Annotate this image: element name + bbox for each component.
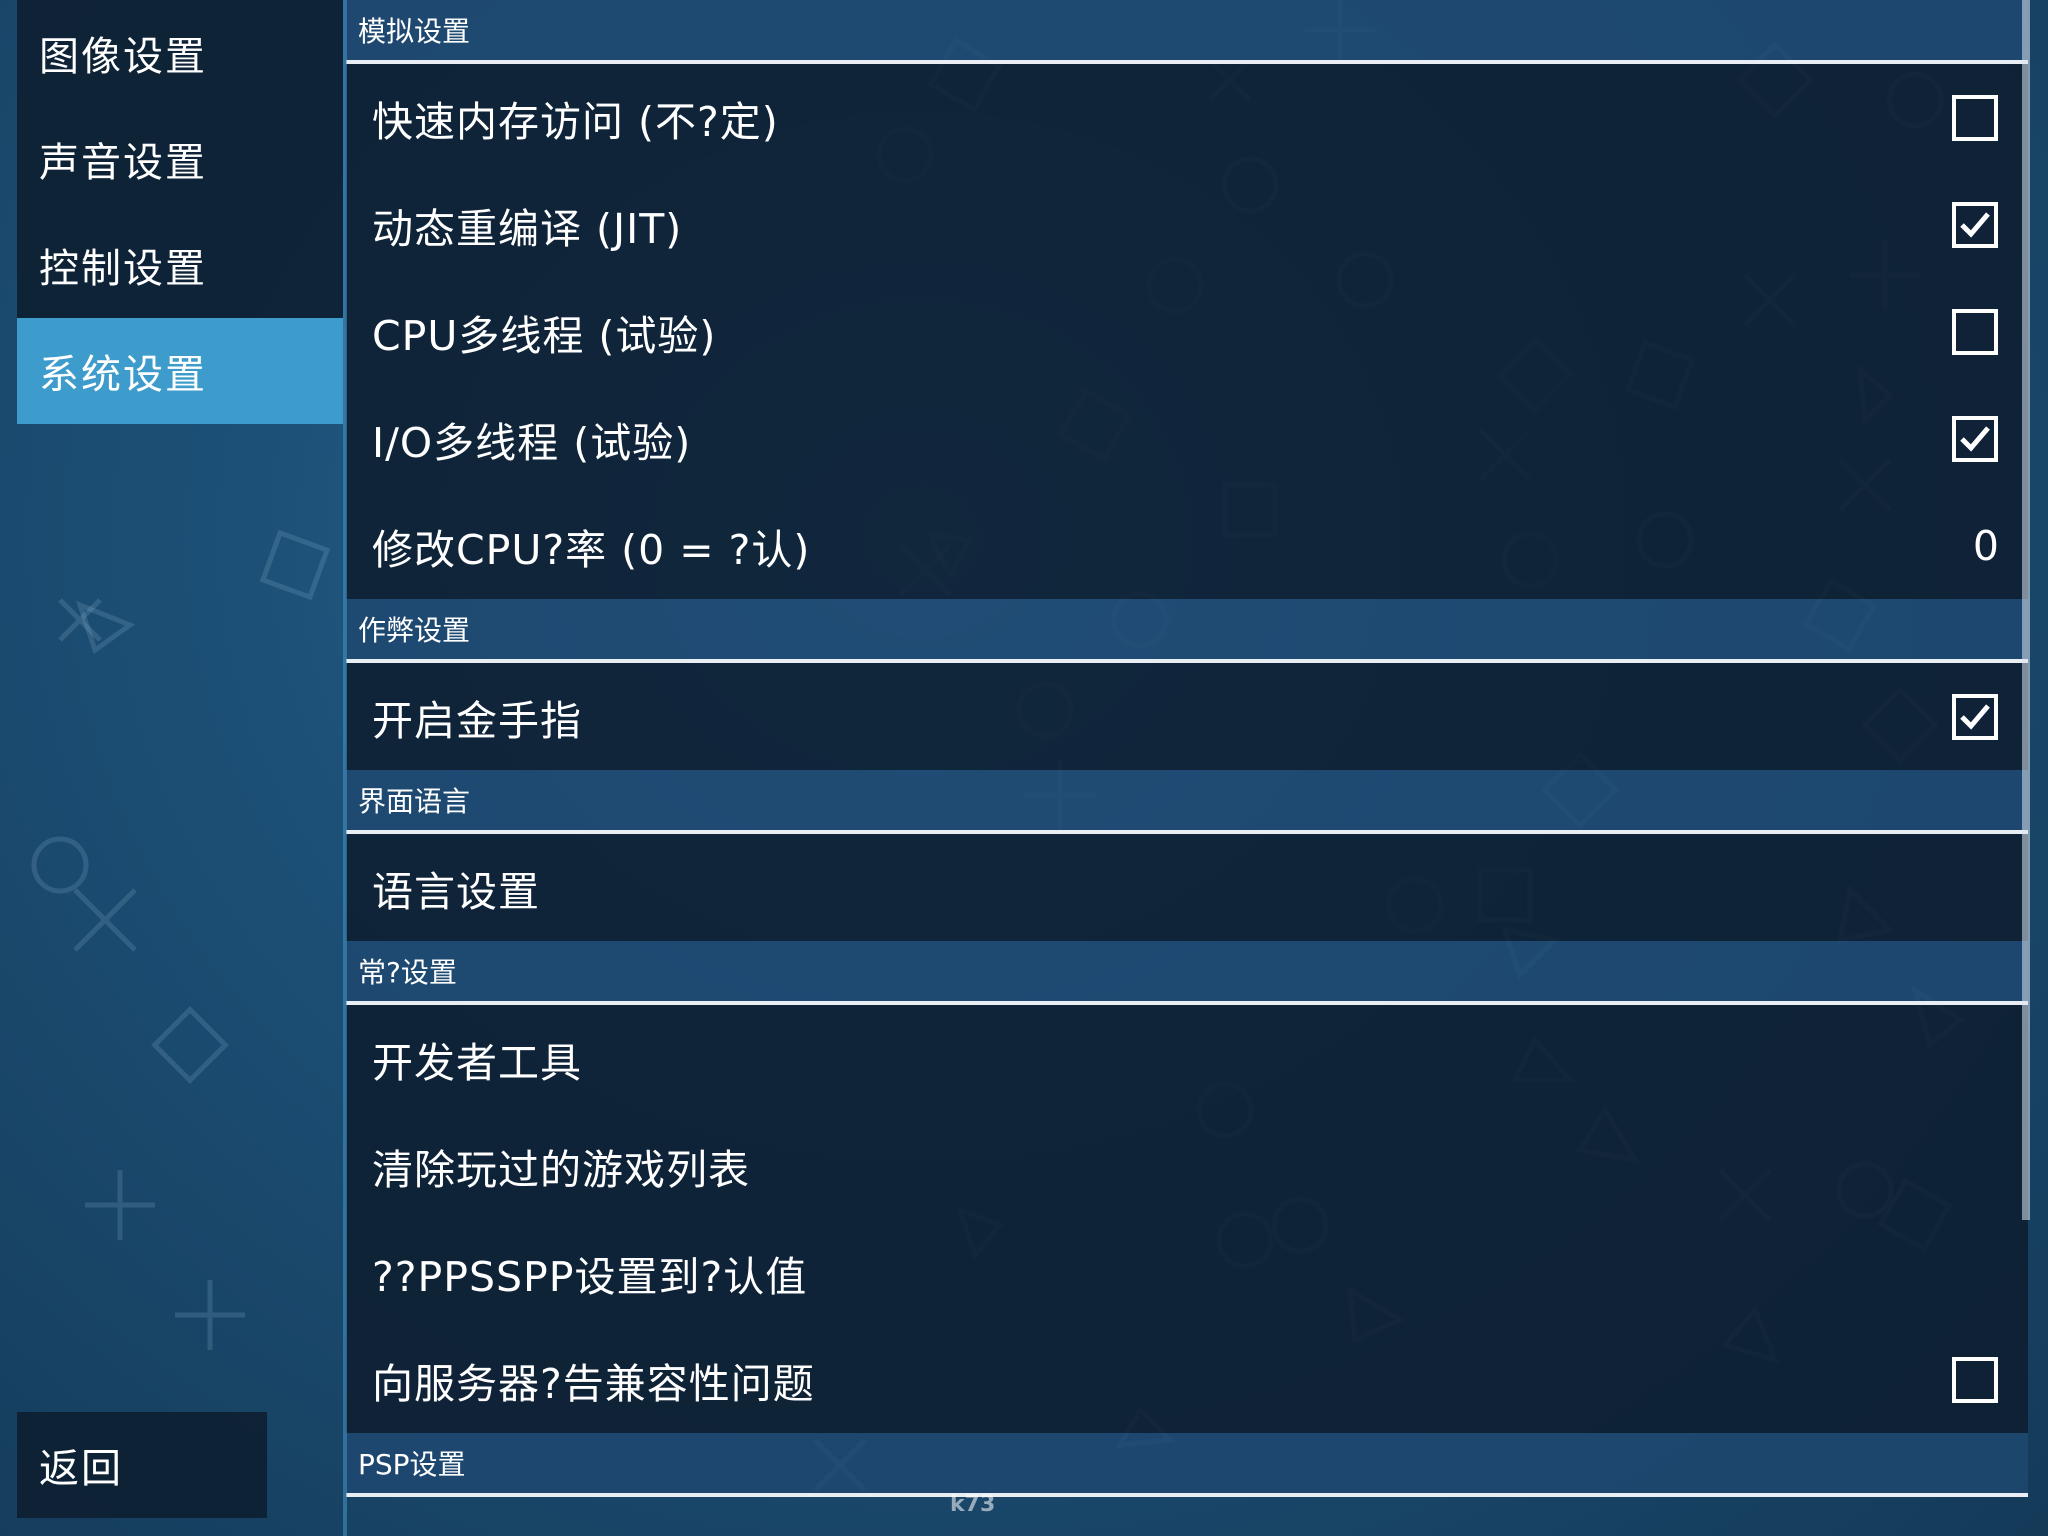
setting-label: I/O多线程 (试验) (372, 418, 692, 467)
section-header-psp: PSP设置 (346, 1433, 2028, 1497)
tab-graphics-settings[interactable]: 图像设置 (17, 0, 343, 106)
checkmark-icon (1960, 425, 1990, 452)
setting-label: 开发者工具 (372, 1038, 582, 1087)
setting-fast-memory[interactable]: 快速内存访问 (不?定) (346, 64, 2028, 171)
section-title: PSP设置 (358, 1448, 466, 1481)
tab-label: 图像设置 (39, 34, 207, 80)
settings-scrollbar[interactable] (2022, 0, 2030, 1220)
setting-label: 修改CPU?率 (0 = ?认) (372, 525, 811, 574)
enable-cheats-checkbox[interactable] (1952, 693, 1998, 740)
report-compatibility-checkbox[interactable] (1952, 1356, 1998, 1403)
section-title: 界面语言 (358, 785, 471, 818)
section-title: 作弊设置 (358, 614, 471, 647)
cpu-multithread-checkbox[interactable] (1952, 308, 1998, 355)
setting-label: 语言设置 (372, 867, 540, 916)
panel-divider (343, 0, 347, 1536)
checkmark-icon (1960, 211, 1990, 238)
setting-cpu-clock[interactable]: 修改CPU?率 (0 = ?认) 0 (346, 492, 2028, 599)
setting-clear-recent-games[interactable]: 清除玩过的游戏列表 (346, 1112, 2028, 1219)
tab-audio-settings[interactable]: 声音设置 (17, 106, 343, 212)
setting-label: 清除玩过的游戏列表 (372, 1145, 750, 1194)
tab-label: 声音设置 (39, 140, 207, 186)
tab-label: 系统设置 (39, 352, 207, 398)
section-title: 模拟设置 (358, 15, 471, 48)
setting-language[interactable]: 语言设置 (346, 834, 2028, 941)
setting-report-compatibility[interactable]: 向服务器?告兼容性问题 (346, 1326, 2028, 1433)
settings-list[interactable]: 模拟设置 快速内存访问 (不?定) 动态重编译 (JIT) CPU多线程 (试验… (346, 0, 2028, 1536)
tab-system-settings[interactable]: 系统设置 (17, 318, 343, 424)
setting-label: 开启金手指 (372, 696, 582, 745)
setting-label: 动态重编译 (JIT) (372, 204, 683, 253)
back-button[interactable]: 返回 (17, 1412, 267, 1518)
setting-developer-tools[interactable]: 开发者工具 (346, 1005, 2028, 1112)
section-header-ui-language: 界面语言 (346, 770, 2028, 834)
setting-label: 向服务器?告兼容性问题 (372, 1359, 815, 1408)
setting-label: CPU多线程 (试验) (372, 311, 717, 360)
io-multithread-checkbox[interactable] (1952, 415, 1998, 462)
fast-memory-checkbox[interactable] (1952, 94, 1998, 141)
setting-enable-cheats[interactable]: 开启金手指 (346, 663, 2028, 770)
tab-controls-settings[interactable]: 控制设置 (17, 212, 343, 318)
setting-cpu-multithread[interactable]: CPU多线程 (试验) (346, 278, 2028, 385)
settings-category-tabs: 图像设置 声音设置 控制设置 系统设置 (17, 0, 343, 426)
setting-restore-defaults[interactable]: ??PPSSPP设置到?认值 (346, 1219, 2028, 1326)
setting-jit[interactable]: 动态重编译 (JIT) (346, 171, 2028, 278)
tab-label: 控制设置 (39, 246, 207, 292)
section-header-cheats: 作弊设置 (346, 599, 2028, 663)
section-header-general: 常?设置 (346, 941, 2028, 1005)
section-header-emulation: 模拟设置 (346, 0, 2028, 64)
checkmark-icon (1960, 703, 1990, 730)
watermark-logo: k73 (950, 1492, 996, 1517)
cpu-clock-value: 0 (1972, 521, 2000, 570)
setting-label: 快速内存访问 (不?定) (372, 97, 779, 146)
jit-checkbox[interactable] (1952, 201, 1998, 248)
back-button-label: 返回 (39, 1446, 123, 1492)
section-title: 常?设置 (358, 956, 457, 989)
setting-label: ??PPSSPP设置到?认值 (372, 1252, 808, 1301)
setting-io-multithread[interactable]: I/O多线程 (试验) (346, 385, 2028, 492)
